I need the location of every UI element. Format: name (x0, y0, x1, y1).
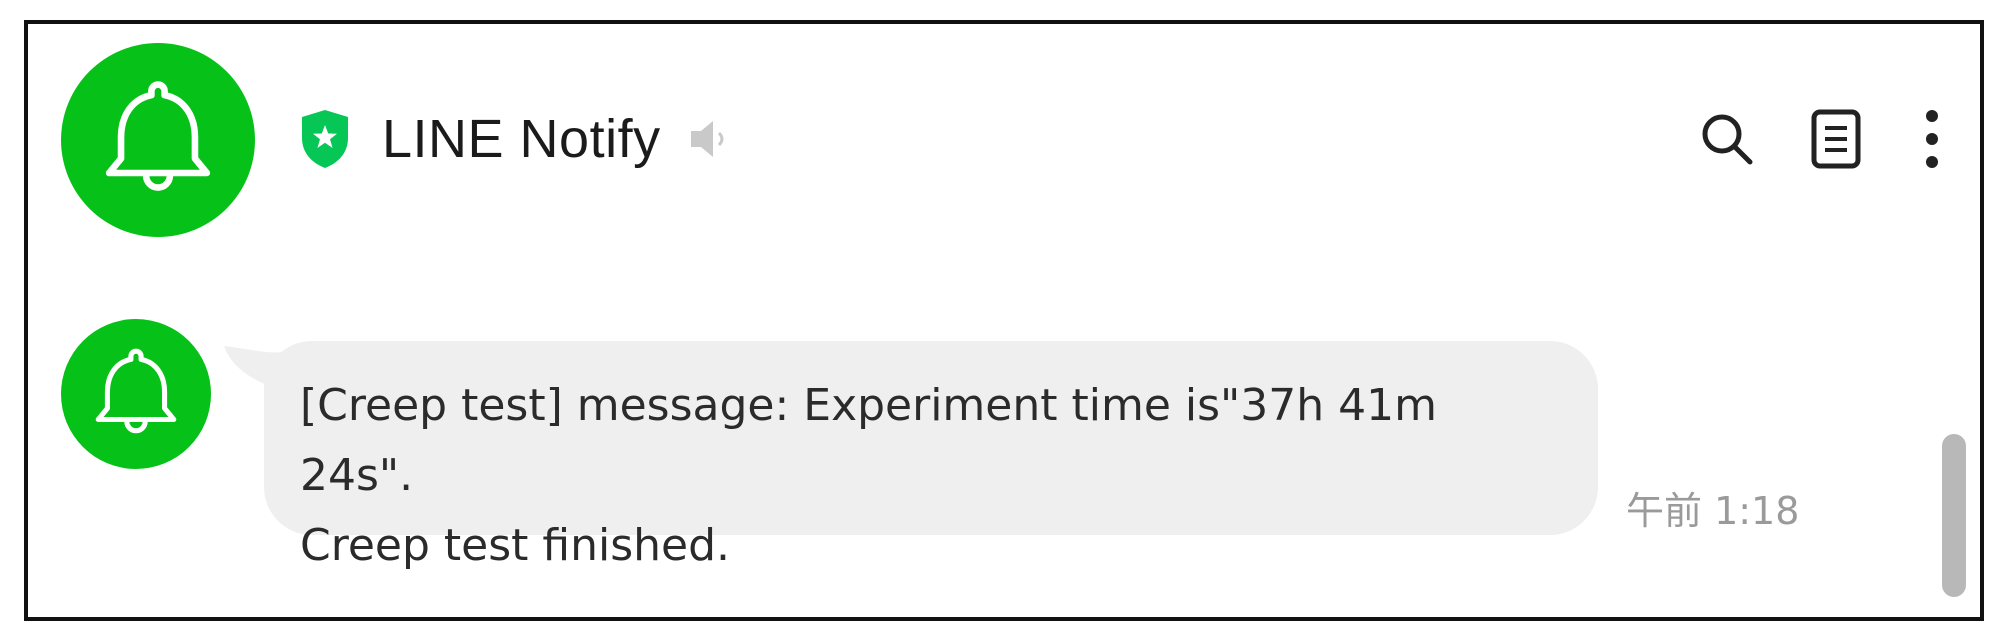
notes-button[interactable] (1802, 104, 1872, 174)
message-text: [Creep test] message: Experiment time is… (300, 380, 1437, 571)
bell-icon (95, 348, 177, 434)
search-icon (1702, 114, 1753, 165)
header-actions (1692, 104, 1952, 174)
chat-avatar[interactable] (61, 43, 255, 237)
chat-title-row: LINE Notify (298, 104, 733, 174)
more-options-button[interactable] (1912, 104, 1952, 174)
notes-icon (1811, 109, 1861, 169)
message-timestamp: 午前 1:18 (1626, 489, 1800, 533)
chat-window: LINE Notify [Creep test] message: Experi… (24, 20, 1984, 621)
message-bubble[interactable]: [Creep test] message: Experiment time is… (264, 341, 1598, 571)
search-button[interactable] (1692, 104, 1762, 174)
verified-badge-icon (298, 108, 352, 170)
more-vertical-icon (1926, 110, 1938, 168)
chat-title: LINE Notify (382, 109, 661, 169)
sender-avatar[interactable] (61, 319, 211, 469)
scrollbar-thumb[interactable] (1942, 434, 1966, 597)
bell-icon (105, 81, 211, 191)
speaker-muted-icon (687, 116, 733, 162)
